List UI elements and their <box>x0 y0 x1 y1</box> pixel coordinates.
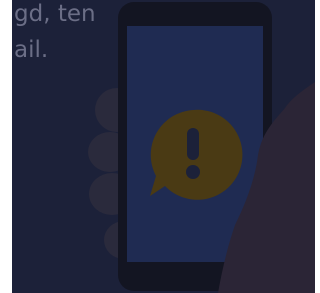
exclamation-bubble-icon <box>150 109 243 200</box>
promo-banner: gd, ten ail. <box>0 0 315 293</box>
phone-illustration <box>88 2 315 293</box>
